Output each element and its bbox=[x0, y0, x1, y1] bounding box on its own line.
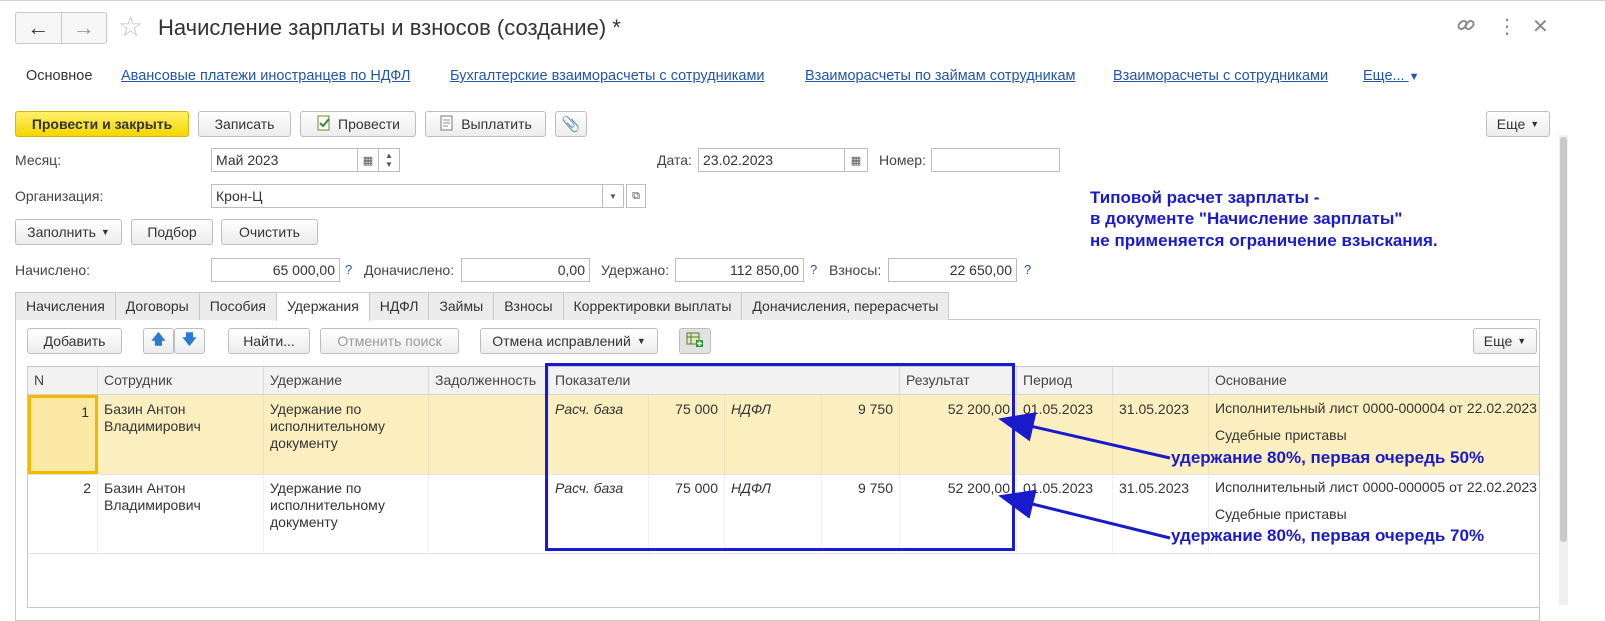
annotation-arrows bbox=[998, 412, 1171, 540]
annotation-row2: удержание 80%, первая очередь 70% bbox=[1171, 526, 1485, 545]
annotation-arrow-row2 bbox=[998, 489, 1171, 540]
annotation-row1: удержание 80%, первая очередь 50% bbox=[1171, 448, 1485, 467]
scrollbar-thumb[interactable] bbox=[1560, 137, 1567, 542]
tab-deductions[interactable]: Удержания bbox=[275, 292, 370, 321]
annotation-arrow-row1 bbox=[998, 412, 1171, 460]
